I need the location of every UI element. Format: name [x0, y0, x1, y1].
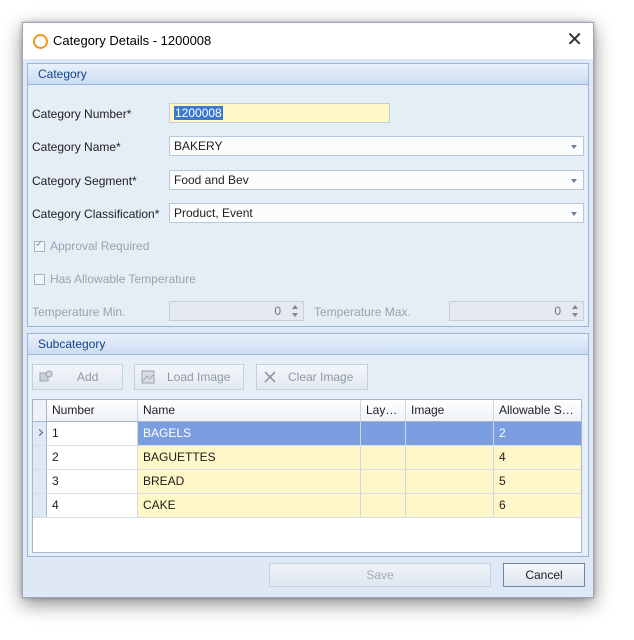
temperature-min-value: 0 [274, 304, 281, 318]
allowable-temperature-label: Has Allowable Temperature [50, 272, 196, 286]
close-icon[interactable]: ✕ [566, 29, 583, 51]
cell-image[interactable] [406, 494, 494, 517]
add-item-icon [39, 370, 53, 382]
cell-image[interactable] [406, 446, 494, 469]
table-row[interactable]: 1 BAGELS 2 [33, 422, 581, 446]
temperature-min-label: Temperature Min. [32, 305, 126, 319]
add-button[interactable]: Add [32, 364, 123, 390]
clear-image-button[interactable]: Clear Image [256, 364, 368, 390]
category-classification-value: Product, Event [174, 206, 253, 220]
add-button-label: Add [77, 370, 99, 384]
cell-lay[interactable] [361, 446, 406, 469]
subcategory-panel-header: Subcategory [28, 334, 588, 355]
approval-required-label: Approval Required [50, 239, 150, 253]
category-name-label: Category Name* [32, 140, 121, 154]
column-header-number[interactable]: Number [47, 400, 138, 421]
temperature-min-spinner[interactable]: 0 [169, 301, 304, 321]
subcategory-grid: Number Name Lay… Image Allowable S… 1 BA… [32, 399, 582, 553]
cell-allowable[interactable]: 5 [494, 470, 581, 493]
clear-image-button-label: Clear Image [288, 370, 354, 384]
row-indicator-header [33, 400, 47, 421]
cell-lay[interactable] [361, 470, 406, 493]
column-header-image[interactable]: Image [406, 400, 494, 421]
cell-number[interactable]: 3 [47, 470, 138, 493]
category-panel-header: Category [28, 64, 588, 85]
cell-number[interactable]: 2 [47, 446, 138, 469]
cell-number[interactable]: 4 [47, 494, 138, 517]
category-segment-value: Food and Bev [174, 173, 249, 187]
cell-number[interactable]: 1 [47, 422, 138, 445]
category-number-label: Category Number* [32, 107, 132, 121]
image-icon [141, 370, 155, 384]
temperature-max-label: Temperature Max. [314, 305, 411, 319]
app-ring-icon [33, 34, 48, 49]
category-details-dialog: Category Details - 1200008 ✕ Category Ca… [22, 22, 594, 598]
category-segment-dropdown[interactable]: Food and Bev [169, 170, 584, 190]
cell-name[interactable]: BREAD [138, 470, 361, 493]
category-number-value: 1200008 [174, 106, 223, 120]
table-row[interactable]: 2 BAGUETTES 4 [33, 446, 581, 470]
row-indicator [33, 446, 47, 469]
category-panel: Category Category Number* 1200008 Catego… [27, 63, 589, 327]
chevron-down-icon [571, 212, 577, 216]
chevron-down-icon [571, 145, 577, 149]
category-name-value: BAKERY [174, 139, 223, 153]
chevron-down-icon [571, 179, 577, 183]
column-header-name[interactable]: Name [138, 400, 361, 421]
cell-allowable[interactable]: 2 [494, 422, 581, 445]
clear-x-icon [264, 371, 276, 383]
cell-image[interactable] [406, 422, 494, 445]
load-image-button-label: Load Image [167, 370, 231, 384]
category-classification-dropdown[interactable]: Product, Event [169, 203, 584, 223]
category-segment-label: Category Segment* [32, 174, 137, 188]
cancel-button[interactable]: Cancel [503, 563, 585, 587]
cell-lay[interactable] [361, 494, 406, 517]
grid-header-row: Number Name Lay… Image Allowable S… [33, 400, 581, 422]
category-name-dropdown[interactable]: BAKERY [169, 136, 584, 156]
cell-name[interactable]: CAKE [138, 494, 361, 517]
category-number-field[interactable]: 1200008 [169, 103, 390, 123]
approval-required-checkbox[interactable] [34, 239, 45, 252]
spinner-arrows-icon[interactable] [571, 304, 579, 318]
save-button[interactable]: Save [269, 563, 491, 587]
cell-lay[interactable] [361, 422, 406, 445]
cell-name[interactable]: BAGELS [138, 422, 361, 445]
column-header-allowable[interactable]: Allowable S… [494, 400, 581, 421]
subcategory-panel: Subcategory Add Load Image Clear Image N… [27, 333, 589, 557]
cell-allowable[interactable]: 4 [494, 446, 581, 469]
row-indicator [33, 494, 47, 517]
column-header-lay[interactable]: Lay… [361, 400, 406, 421]
allowable-temperature-checkbox[interactable] [34, 274, 45, 285]
cell-image[interactable] [406, 470, 494, 493]
row-indicator [33, 470, 47, 493]
table-row[interactable]: 4 CAKE 6 [33, 494, 581, 518]
window-title: Category Details - 1200008 [53, 33, 212, 48]
temperature-max-value: 0 [554, 304, 561, 318]
load-image-button[interactable]: Load Image [134, 364, 244, 390]
temperature-max-spinner[interactable]: 0 [449, 301, 584, 321]
cell-name[interactable]: BAGUETTES [138, 446, 361, 469]
row-indicator-selected-icon [33, 422, 47, 445]
cell-allowable[interactable]: 6 [494, 494, 581, 517]
title-bar: Category Details - 1200008 ✕ [23, 23, 593, 59]
category-classification-label: Category Classification* [32, 207, 160, 221]
spinner-arrows-icon[interactable] [291, 304, 299, 318]
table-row[interactable]: 3 BREAD 5 [33, 470, 581, 494]
